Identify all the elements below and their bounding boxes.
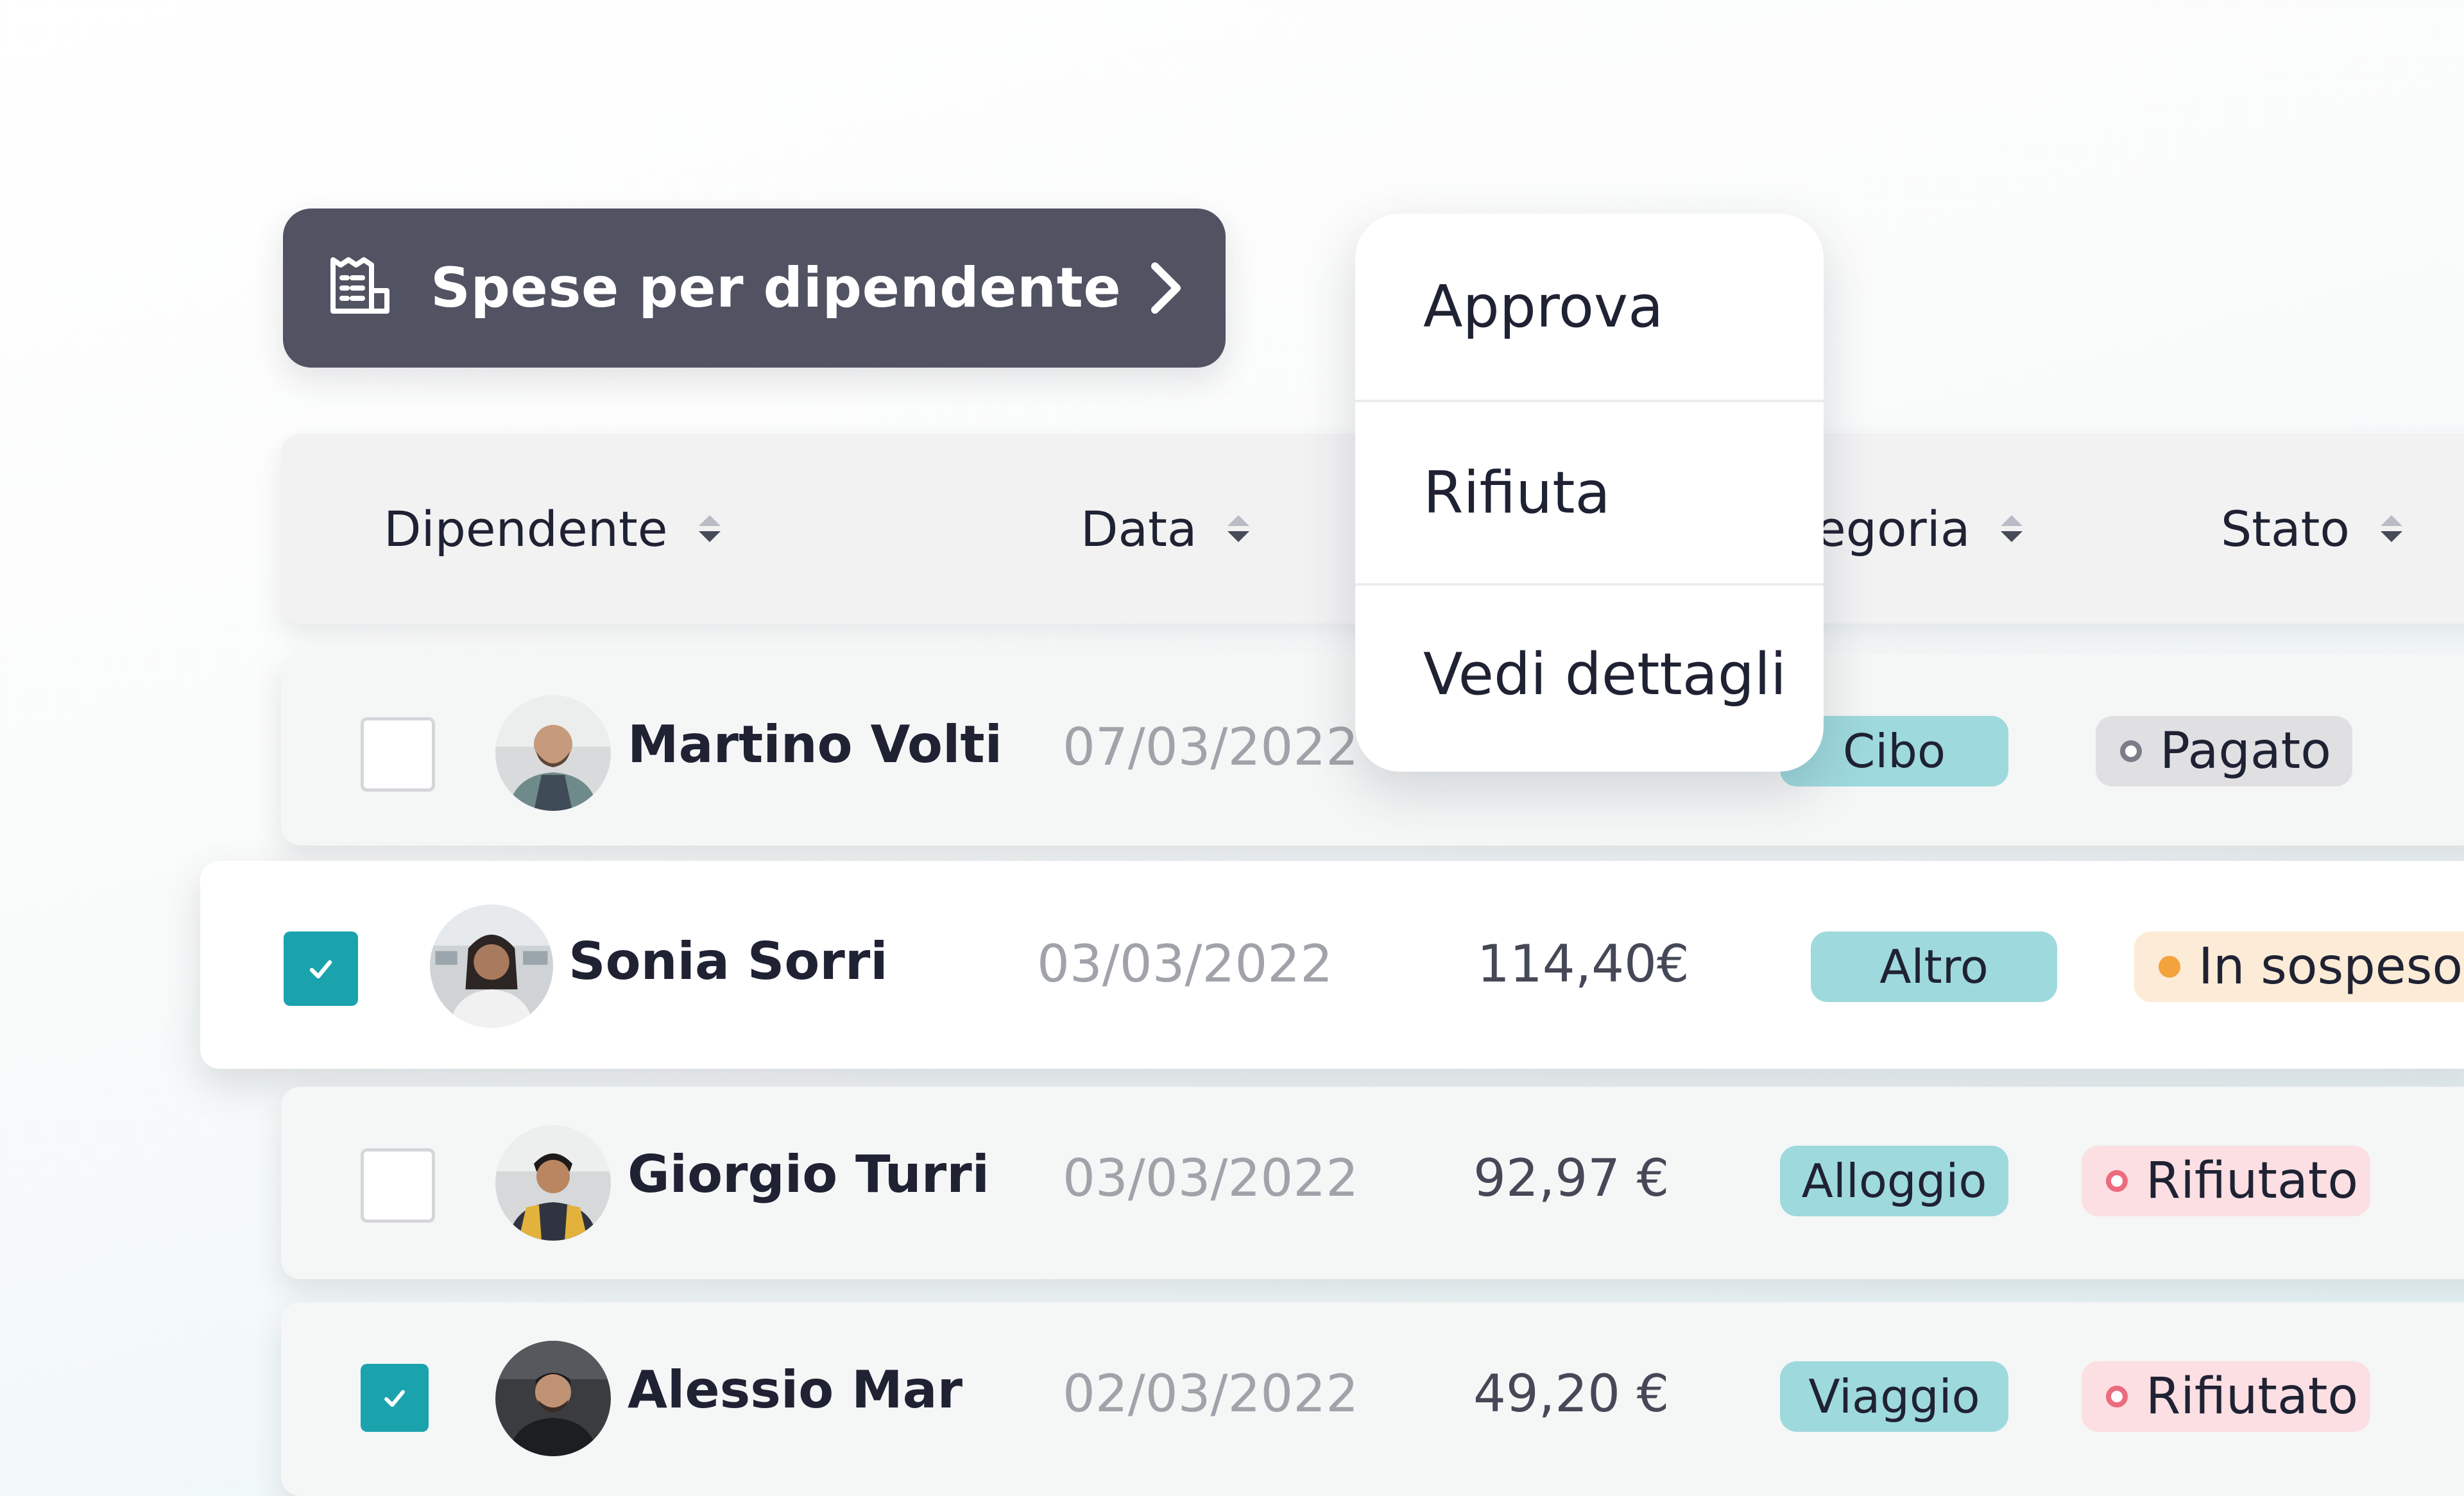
row-checkbox[interactable] bbox=[361, 1148, 435, 1223]
expense-amount: 92,97 € bbox=[1473, 1148, 1670, 1208]
check-icon bbox=[384, 1390, 405, 1407]
table-row[interactable]: Sonia Sorri 03/03/2022 114,40€ Altro In … bbox=[200, 861, 2464, 1069]
table-row[interactable]: Giorgio Turri 03/03/2022 92,97 € Alloggi… bbox=[281, 1087, 2464, 1279]
status-badge: In sospeso bbox=[2134, 931, 2464, 1002]
avatar bbox=[495, 1125, 611, 1241]
row-actions-menu: Approva Rifiuta Vedi dettagli bbox=[1355, 214, 1824, 772]
expense-date: 07/03/2022 bbox=[1063, 717, 1359, 777]
category-tag: Alloggio bbox=[1780, 1146, 2008, 1216]
category-tag: Altro bbox=[1811, 931, 2057, 1002]
avatar bbox=[495, 695, 611, 811]
sort-icon bbox=[2001, 515, 2023, 542]
status-badge: Rifiutato bbox=[2082, 1361, 2370, 1432]
avatar bbox=[430, 905, 553, 1028]
expense-date: 03/03/2022 bbox=[1063, 1148, 1359, 1208]
menu-item-label: Rifiuta bbox=[1423, 459, 1611, 527]
category-label: Cibo bbox=[1842, 724, 1946, 778]
category-label: Alloggio bbox=[1801, 1154, 1987, 1208]
status-label: Rifiutato bbox=[2146, 1152, 2359, 1210]
chevron-right-icon bbox=[1142, 256, 1187, 320]
category-label: Viaggio bbox=[1808, 1370, 1980, 1424]
employee-name: Alessio Mar bbox=[628, 1360, 963, 1420]
row-checkbox[interactable] bbox=[284, 931, 358, 1006]
status-label: Rifiutato bbox=[2146, 1368, 2359, 1425]
expenses-by-employee-button[interactable]: Spese per dipendente bbox=[283, 208, 1226, 368]
expense-date: 03/03/2022 bbox=[1037, 934, 1333, 994]
row-checkbox[interactable] bbox=[361, 1364, 429, 1432]
employee-name: Martino Volti bbox=[628, 715, 1003, 774]
table-row[interactable]: Alessio Mar 02/03/2022 49,20 € Viaggio R… bbox=[281, 1302, 2464, 1496]
receipt-icon bbox=[325, 252, 397, 324]
status-badge: Rifiutato bbox=[2082, 1146, 2370, 1216]
row-checkbox[interactable] bbox=[361, 717, 435, 792]
menu-item-label: Approva bbox=[1423, 273, 1664, 341]
check-icon bbox=[309, 960, 332, 979]
menu-item-reject[interactable]: Rifiuta bbox=[1355, 402, 1824, 583]
column-header-status[interactable]: Stato bbox=[2221, 434, 2402, 624]
status-dot-icon bbox=[2120, 740, 2142, 762]
employee-name: Sonia Sorri bbox=[569, 931, 888, 991]
column-header-label: Stato bbox=[2221, 500, 2350, 557]
sort-icon bbox=[2380, 515, 2402, 542]
column-header-label: Dipendente bbox=[384, 500, 668, 557]
employee-name: Giorgio Turri bbox=[628, 1144, 990, 1204]
status-dot-icon bbox=[2106, 1170, 2128, 1192]
status-dot-icon bbox=[2159, 956, 2180, 978]
column-header-label: Data bbox=[1081, 500, 1197, 557]
status-label: In sospeso bbox=[2198, 938, 2463, 996]
expense-amount: 49,20 € bbox=[1473, 1364, 1670, 1424]
expense-amount: 114,40€ bbox=[1477, 934, 1690, 994]
menu-item-label: Vedi dettagli bbox=[1423, 640, 1787, 708]
category-label: Altro bbox=[1879, 940, 1989, 994]
category-tag: Viaggio bbox=[1780, 1361, 2008, 1432]
column-header-employee[interactable]: Dipendente bbox=[384, 434, 721, 624]
avatar bbox=[495, 1341, 611, 1456]
status-dot-icon bbox=[2106, 1386, 2128, 1407]
menu-item-view-details[interactable]: Vedi dettagli bbox=[1355, 586, 1824, 763]
expense-date: 02/03/2022 bbox=[1063, 1364, 1359, 1424]
menu-item-approve[interactable]: Approva bbox=[1355, 214, 1824, 400]
column-header-date[interactable]: Data bbox=[1081, 434, 1250, 624]
column-header-category[interactable]: egoria bbox=[1816, 434, 2023, 624]
sort-icon bbox=[698, 515, 721, 542]
title-pill-label: Spese per dipendente bbox=[431, 256, 1122, 320]
sort-icon bbox=[1228, 515, 1250, 542]
status-badge: Pagato bbox=[2096, 716, 2352, 786]
column-header-label: egoria bbox=[1816, 500, 1971, 557]
status-label: Pagato bbox=[2160, 722, 2331, 780]
